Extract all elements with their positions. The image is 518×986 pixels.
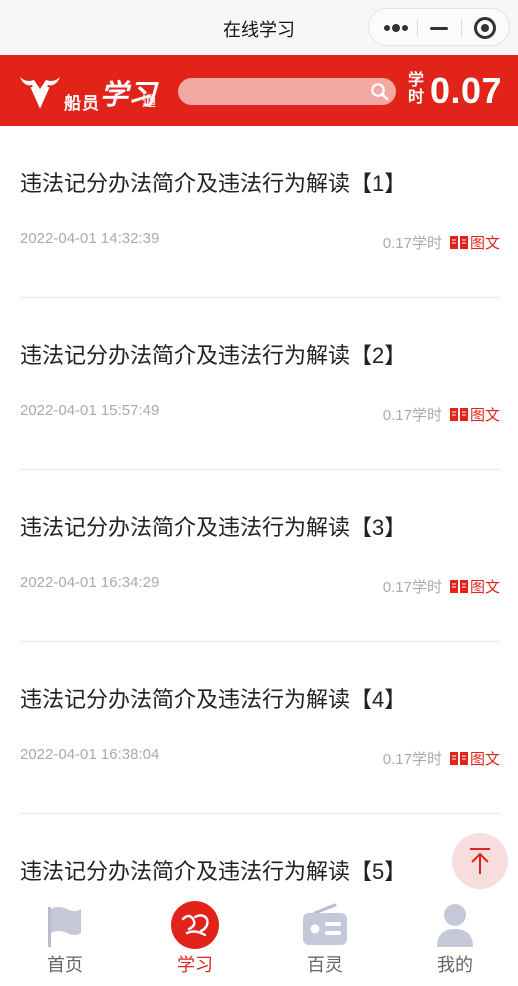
list-item[interactable]: 违法记分办法简介及违法行为解读【1】 2022-04-01 14:32:39 0… [20, 126, 500, 298]
capsule-divider [461, 19, 462, 37]
xuexi-logo-icon [171, 901, 219, 949]
lesson-list: 违法记分办法简介及违法行为解读【1】 2022-04-01 14:32:39 0… [20, 126, 500, 986]
item-date: 2022-04-01 14:32:39 [20, 230, 160, 247]
item-hours: 0.17学时 [382, 751, 442, 768]
item-date: 2022-04-01 15:57:49 [20, 402, 160, 419]
scroll-to-top-button[interactable] [452, 833, 508, 889]
item-type: 图文 [469, 751, 500, 768]
user-icon [437, 904, 473, 947]
close-miniprogram-icon[interactable] [474, 17, 496, 39]
item-type: 图文 [469, 235, 500, 252]
item-title: 违法记分办法简介及违法行为解读【1】 [20, 171, 407, 196]
tab-label: 我的 [437, 955, 473, 975]
tab-label: 首页 [47, 955, 83, 975]
item-type: 图文 [469, 579, 500, 596]
logo-name: 船员 [64, 94, 100, 113]
list-item[interactable]: 违法记分办法简介及违法行为解读【4】 2022-04-01 16:38:04 0… [20, 642, 500, 814]
tab-study[interactable]: 学习 [130, 893, 260, 975]
tab-mine[interactable]: 我的 [390, 893, 518, 975]
list-item[interactable]: 违法记分办法简介及违法行为解读【2】 2022-04-01 15:57:49 0… [20, 298, 500, 470]
tab-bailing[interactable]: 百灵 [260, 893, 390, 975]
item-date: 2022-04-01 16:34:29 [20, 574, 160, 591]
item-title: 违法记分办法简介及违法行为解读【4】 [20, 687, 407, 712]
item-meta: 0.17学时 图文 [383, 576, 500, 597]
list-item[interactable]: 违法记分办法简介及违法行为解读【3】 2022-04-01 16:34:29 0… [20, 470, 500, 642]
item-title: 违法记分办法简介及违法行为解读【2】 [20, 343, 407, 368]
more-options-icon[interactable] [383, 20, 409, 36]
logo-suffix: 通 [142, 93, 156, 109]
item-date: 2022-04-01 16:38:04 [20, 746, 160, 763]
search-input[interactable] [178, 78, 396, 105]
book-icon [449, 580, 468, 593]
minimize-icon[interactable] [430, 27, 448, 30]
item-title: 违法记分办法简介及违法行为解读【5】 [20, 859, 407, 884]
arrow-up-icon [470, 848, 490, 874]
book-icon [449, 236, 468, 249]
book-icon [449, 408, 468, 421]
radio-icon [303, 903, 347, 945]
item-hours: 0.17学时 [382, 235, 442, 252]
mini-program-capsule [368, 8, 510, 46]
capsule-divider [417, 19, 418, 37]
tab-label: 百灵 [307, 955, 343, 975]
tab-label: 学习 [177, 955, 213, 975]
hours-value: 0.07 [430, 70, 503, 111]
flag-icon [48, 907, 81, 947]
bull-logo-icon [20, 77, 60, 109]
hours-label: 学时 [408, 72, 425, 106]
app-logo: 船员 学习 通 [18, 69, 163, 115]
title-bar: 在线学习 [0, 0, 518, 56]
tab-home[interactable]: 首页 [0, 893, 130, 975]
bottom-tabbar: 首页 学习 百灵 我的 [0, 893, 518, 975]
item-type: 图文 [469, 407, 500, 424]
item-title: 违法记分办法简介及违法行为解读【3】 [20, 515, 407, 540]
book-icon [449, 752, 468, 765]
item-hours: 0.17学时 [382, 407, 442, 424]
item-meta: 0.17学时 图文 [383, 404, 500, 425]
item-hours: 0.17学时 [382, 579, 442, 596]
search-icon[interactable] [370, 82, 389, 101]
app-header: 船员 学习 通 学时 0.07 [0, 55, 518, 126]
item-meta: 0.17学时 图文 [383, 232, 500, 253]
item-meta: 0.17学时 图文 [383, 748, 500, 769]
